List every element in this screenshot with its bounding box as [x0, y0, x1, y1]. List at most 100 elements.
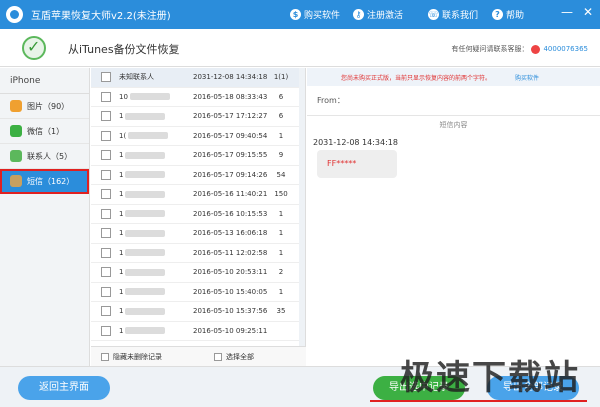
support-label: 有任何疑问请联系客服：	[451, 45, 529, 53]
help-button[interactable]: ? 帮助	[492, 8, 524, 21]
contact-name: 1	[119, 171, 193, 179]
hide-unremoved-checkbox[interactable]	[101, 352, 109, 361]
message-count: 6	[278, 112, 284, 121]
row-checkbox[interactable]	[101, 189, 111, 200]
close-button[interactable]: ✕	[580, 5, 596, 19]
redacted-name	[125, 151, 166, 159]
register-button[interactable]: ⚷ 注册激活	[353, 8, 403, 21]
redacted-name	[125, 112, 166, 120]
sidebar-item-label: 图片（90）	[27, 101, 70, 111]
watermark: 极速下载站	[400, 358, 580, 398]
row-checkbox[interactable]	[101, 91, 111, 102]
contact-name: 1	[119, 268, 193, 276]
list-item[interactable]: 1 2016-05-13 16:06:18 1	[91, 224, 305, 244]
scrollbar[interactable]	[299, 68, 305, 346]
row-checkbox[interactable]	[101, 325, 111, 336]
page-title: 从iTunes备份文件恢复	[68, 43, 180, 56]
contact-name: 1	[119, 190, 193, 198]
message-count: 6	[278, 92, 284, 101]
list-item[interactable]: 1 2016-05-10 20:53:11 2	[91, 263, 305, 283]
row-checkbox[interactable]	[101, 208, 111, 219]
contact-name: 1	[119, 288, 193, 296]
row-checkbox[interactable]	[101, 72, 111, 83]
back-to-main-button[interactable]: 返回主界面	[18, 376, 110, 400]
redacted-name	[125, 307, 166, 315]
list-item[interactable]: 10 2016-05-18 08:33:43 6	[91, 88, 305, 107]
contact-name: 1	[119, 210, 193, 218]
list-item[interactable]: 1 2016-05-17 09:15:55 9	[91, 146, 305, 166]
list-item[interactable]: 未知联系人 2031-12-08 14:34:18 1(1)	[91, 68, 305, 88]
contacts-icon	[10, 150, 22, 162]
sms-icon	[10, 175, 22, 187]
support-qq-link[interactable]: 4000076365	[543, 45, 588, 53]
photos-icon	[10, 100, 22, 112]
list-item[interactable]: 1(2016-05-17 09:40:54 1	[91, 127, 305, 146]
message-date: 2016-05-10 20:53:11	[193, 268, 268, 277]
contact-name: 1	[119, 249, 193, 257]
hide-unremoved-label: 隐藏未删除记录	[113, 352, 162, 361]
contact-label: 联系我们	[442, 11, 479, 21]
buy-link[interactable]: 购买软件	[515, 73, 539, 82]
contact-name: 未知联系人	[119, 73, 154, 82]
row-checkbox[interactable]	[101, 111, 111, 122]
message-date: 2016-05-17 09:15:55	[193, 151, 268, 160]
redacted-name	[128, 132, 169, 140]
sidebar-item-contacts[interactable]: 联系人（5）	[0, 144, 89, 169]
redacted-name	[125, 268, 166, 276]
help-icon: ?	[492, 9, 503, 20]
row-checkbox[interactable]	[101, 150, 111, 161]
row-checkbox[interactable]	[101, 169, 111, 180]
message-date: 2016-05-16 11:40:21	[193, 190, 268, 199]
register-label: 注册激活	[367, 11, 404, 21]
sms-list: 未知联系人 2031-12-08 14:34:18 1(1) 10 2016-05-18…	[91, 68, 306, 366]
list-item[interactable]: 1 2016-05-16 11:40:21 150	[91, 185, 305, 205]
message-time: 2031-12-08 14:34:18	[313, 138, 398, 147]
message-bubble: FF*****	[317, 150, 397, 178]
row-checkbox[interactable]	[101, 228, 111, 239]
message-date: 2016-05-10 15:40:05	[193, 287, 268, 296]
app-logo-icon	[6, 6, 23, 23]
message-date: 2031-12-08 14:34:18	[193, 73, 268, 82]
device-name: iPhone	[0, 68, 89, 94]
category-sidebar: iPhone 图片（90） 微信（1） 联系人（5） 短信（162）	[0, 68, 90, 366]
redacted-name	[125, 190, 166, 198]
highlight-underline	[370, 400, 587, 402]
redacted-name	[129, 93, 170, 101]
support-info: 有任何疑问请联系客服： 4000076365	[451, 44, 588, 54]
message-date: 2016-05-16 10:15:53	[193, 209, 268, 218]
redacted-name	[125, 327, 166, 335]
list-item[interactable]: 1 2016-05-17 17:12:27 6	[91, 107, 305, 127]
list-item[interactable]: 1 2016-05-10 15:37:56 35	[91, 302, 305, 322]
message-count: 150	[274, 190, 288, 199]
contact-button[interactable]: ☏ 联系我们	[428, 8, 478, 21]
contact-name: 1(	[119, 132, 193, 140]
phone-icon: ☏	[428, 9, 439, 20]
redacted-name	[125, 288, 166, 296]
buy-software-button[interactable]: $ 购买软件	[290, 8, 340, 21]
message-count: 35	[276, 307, 286, 316]
list-item[interactable]: 1 2016-05-17 09:14:26 54	[91, 166, 305, 185]
trial-notice-text: 您尚未购买正式版，当前只显示恢复内容的前两个字符。	[341, 74, 492, 82]
list-item[interactable]: 1 2016-05-11 12:02:58 1	[91, 244, 305, 263]
contact-name: 10	[119, 93, 193, 101]
contact-name: 1	[119, 229, 193, 237]
message-count: 9	[278, 151, 284, 160]
sidebar-item-photos[interactable]: 图片（90）	[0, 94, 89, 119]
redacted-name	[125, 229, 166, 237]
minimize-button[interactable]: —	[559, 5, 575, 19]
row-checkbox[interactable]	[101, 267, 111, 278]
row-checkbox[interactable]	[101, 286, 111, 297]
sidebar-item-wechat[interactable]: 微信（1）	[0, 119, 89, 144]
row-checkbox[interactable]	[101, 130, 111, 141]
row-checkbox[interactable]	[101, 247, 111, 258]
sidebar-item-sms[interactable]: 短信（162）	[0, 169, 89, 194]
sidebar-item-label: 微信（1）	[27, 126, 65, 136]
select-all-checkbox[interactable]	[214, 352, 222, 361]
message-count: 1	[278, 248, 284, 257]
wechat-icon	[10, 125, 22, 137]
list-item[interactable]: 1 2016-05-10 15:40:05 1	[91, 283, 305, 302]
row-checkbox[interactable]	[101, 306, 111, 317]
list-item[interactable]: 1 2016-05-16 10:15:53 1	[91, 205, 305, 224]
redacted-name	[125, 171, 166, 179]
list-item[interactable]: 1 2016-05-10 09:25:11	[91, 322, 305, 341]
